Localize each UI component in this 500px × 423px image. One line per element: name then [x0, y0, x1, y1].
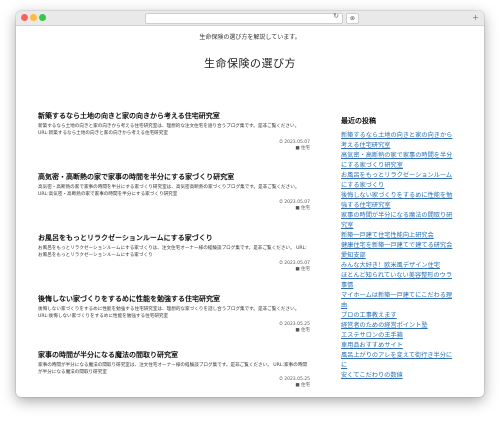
article-title[interactable]: 家事の時間が半分になる魔法の間取り研究室: [38, 351, 310, 360]
recent-post-link[interactable]: マイホームは新築一戸建てにこだわる理: [341, 291, 481, 301]
article-title[interactable]: 高気密・高断熱の家で家事の時間を半分にする家づくり研究室: [38, 173, 310, 182]
recent-post-link[interactable]: にする家づくり: [341, 181, 481, 191]
stop-icon[interactable]: ⊗: [346, 13, 359, 24]
recent-post-link[interactable]: 高気密・高断熱の家で家事の時間を半分: [341, 151, 481, 161]
article-excerpt: 後悔しない家づくりをするめに性能を勉強する住宅研究室は、理想的な家づくりを話し合…: [38, 307, 300, 319]
recent-post-link[interactable]: 車用品おすすめサイト: [341, 341, 481, 351]
article-category[interactable]: ■ 住宅: [279, 206, 310, 212]
article-excerpt: 家事の時間が半分になる魔法の間取り研究室は、注文住宅オーナー様の経験談ブログ集で…: [38, 363, 307, 375]
article-excerpt: 高気密・高断熱の家で家事の時間を半分にする家づくり研究室は、高気密高断熱の家づく…: [38, 185, 300, 197]
reload-icon[interactable]: ↻: [333, 12, 339, 20]
article-card: 新築するなら土地の向きと家の向きから考える住宅研究室 新築するなら土地の向きと家…: [38, 112, 310, 151]
recent-post-link[interactable]: お風呂をもっとリラクゼーションルーム: [341, 171, 481, 181]
article-category[interactable]: ■ 住宅: [279, 383, 310, 389]
article-meta: ⏱ 2023.05.07 ■ 住宅: [279, 200, 310, 212]
recent-post-link[interactable]: 健康住宅を新築一戸建てで建てる研究会: [341, 241, 481, 251]
new-tab-button[interactable]: +: [471, 13, 480, 22]
article-category[interactable]: ■ 住宅: [279, 267, 310, 273]
recent-post-link[interactable]: 安くてこだわりの数値: [341, 371, 481, 381]
zoom-window-button[interactable]: [39, 14, 46, 21]
browser-window: ↻ ⊗ + 生命保険の選び方を解説しています。 生命保険の選び方 新築するなら土…: [16, 11, 484, 397]
recent-post-link[interactable]: 風呂上がりのアレを変えて街行き半分に: [341, 351, 481, 361]
close-window-button[interactable]: [21, 14, 28, 21]
recent-post-link[interactable]: にする家づくり研究室: [341, 161, 481, 171]
recent-post-link[interactable]: 考える住宅研究室: [341, 141, 481, 151]
recent-post-link[interactable]: エステサロンの王手箱: [341, 331, 481, 341]
article-category[interactable]: ■ 住宅: [279, 146, 310, 152]
article-card: お風呂をもっとリラクゼーションルームにする家づくり お風呂をもっとリラクゼーショ…: [38, 234, 310, 272]
article-card: 高気密・高断熱の家で家事の時間を半分にする家づくり研究室 高気密・高断熱の家で家…: [38, 173, 310, 211]
sidebar-heading: 最近の投稿: [341, 117, 376, 125]
recent-post-link[interactable]: に: [341, 361, 481, 371]
sidebar-recent-posts: 最近の投稿 新築するなら土地の向きと家の向きから 考える住宅研究室 高気密・高断…: [341, 116, 481, 381]
article-excerpt: 新築するなら土地の向きと家の向きから考える住宅研究室は、理想的な注文住宅を語り合…: [38, 124, 300, 136]
recent-post-link[interactable]: 家事の時間が半分になる魔法の間取り研: [341, 211, 481, 221]
article-card: 後悔しない家づくりをするめに性能を勉強する住宅研究室 後悔しない家づくりをするめ…: [38, 295, 310, 333]
recent-post-link[interactable]: 愛知支部: [341, 251, 481, 261]
recent-post-link[interactable]: ほとんど知られていない美容整形のウラ: [341, 271, 481, 281]
recent-post-link[interactable]: 由: [341, 301, 481, 311]
article-card: 家事の時間が半分になる魔法の間取り研究室 家事の時間が半分になる魔法の間取り研究…: [38, 351, 310, 388]
recent-post-link[interactable]: 経営者のための経営ポイント塾: [341, 321, 481, 331]
article-title[interactable]: 後悔しない家づくりをするめに性能を勉強する住宅研究室: [38, 295, 310, 304]
recent-post-link[interactable]: プロの工事教えます: [341, 311, 481, 321]
recent-post-link[interactable]: 究室: [341, 221, 481, 231]
article-title[interactable]: 新築するなら土地の向きと家の向きから考える住宅研究室: [38, 112, 310, 121]
article-meta: ⏱ 2023.05.07 ■ 住宅: [279, 261, 310, 273]
article-excerpt: お風呂をもっとリラクゼーションルームにする家づくりは、注文住宅オーナー様の経験談…: [38, 246, 307, 258]
recent-post-link[interactable]: 事情: [341, 281, 481, 291]
address-bar[interactable]: ↻: [145, 12, 343, 24]
article-title[interactable]: お風呂をもっとリラクゼーションルームにする家づくり: [38, 234, 310, 243]
minimize-window-button[interactable]: [30, 14, 37, 21]
recent-post-link[interactable]: みんな大好き！欧米風デザイン住宅: [341, 261, 481, 271]
recent-post-link[interactable]: 新築一戸建て住宅性能向上研究会: [341, 231, 481, 241]
recent-post-link[interactable]: 強する住宅研究室: [341, 201, 481, 211]
article-meta: ⏱ 2023.05.25 ■ 住宅: [279, 377, 310, 389]
article-meta: ⏱ 2023.05.25 ■ 住宅: [279, 322, 310, 334]
article-meta: ⏱ 2023.05.07 ■ 住宅: [279, 140, 310, 152]
recent-post-link[interactable]: 新築するなら土地の向きと家の向きから: [341, 131, 481, 141]
web-page: 生命保険の選び方を解説しています。 生命保険の選び方 新築するなら土地の向きと家…: [16, 26, 484, 397]
article-category[interactable]: ■ 住宅: [279, 328, 310, 334]
browser-toolbar: ↻ ⊗ +: [16, 11, 484, 26]
site-tagline: 生命保険の選び方を解説しています。: [199, 34, 301, 41]
recent-post-link[interactable]: 後悔しない家づくりをするめに性能を勉: [341, 191, 481, 201]
site-title[interactable]: 生命保険の選び方: [16, 55, 484, 71]
